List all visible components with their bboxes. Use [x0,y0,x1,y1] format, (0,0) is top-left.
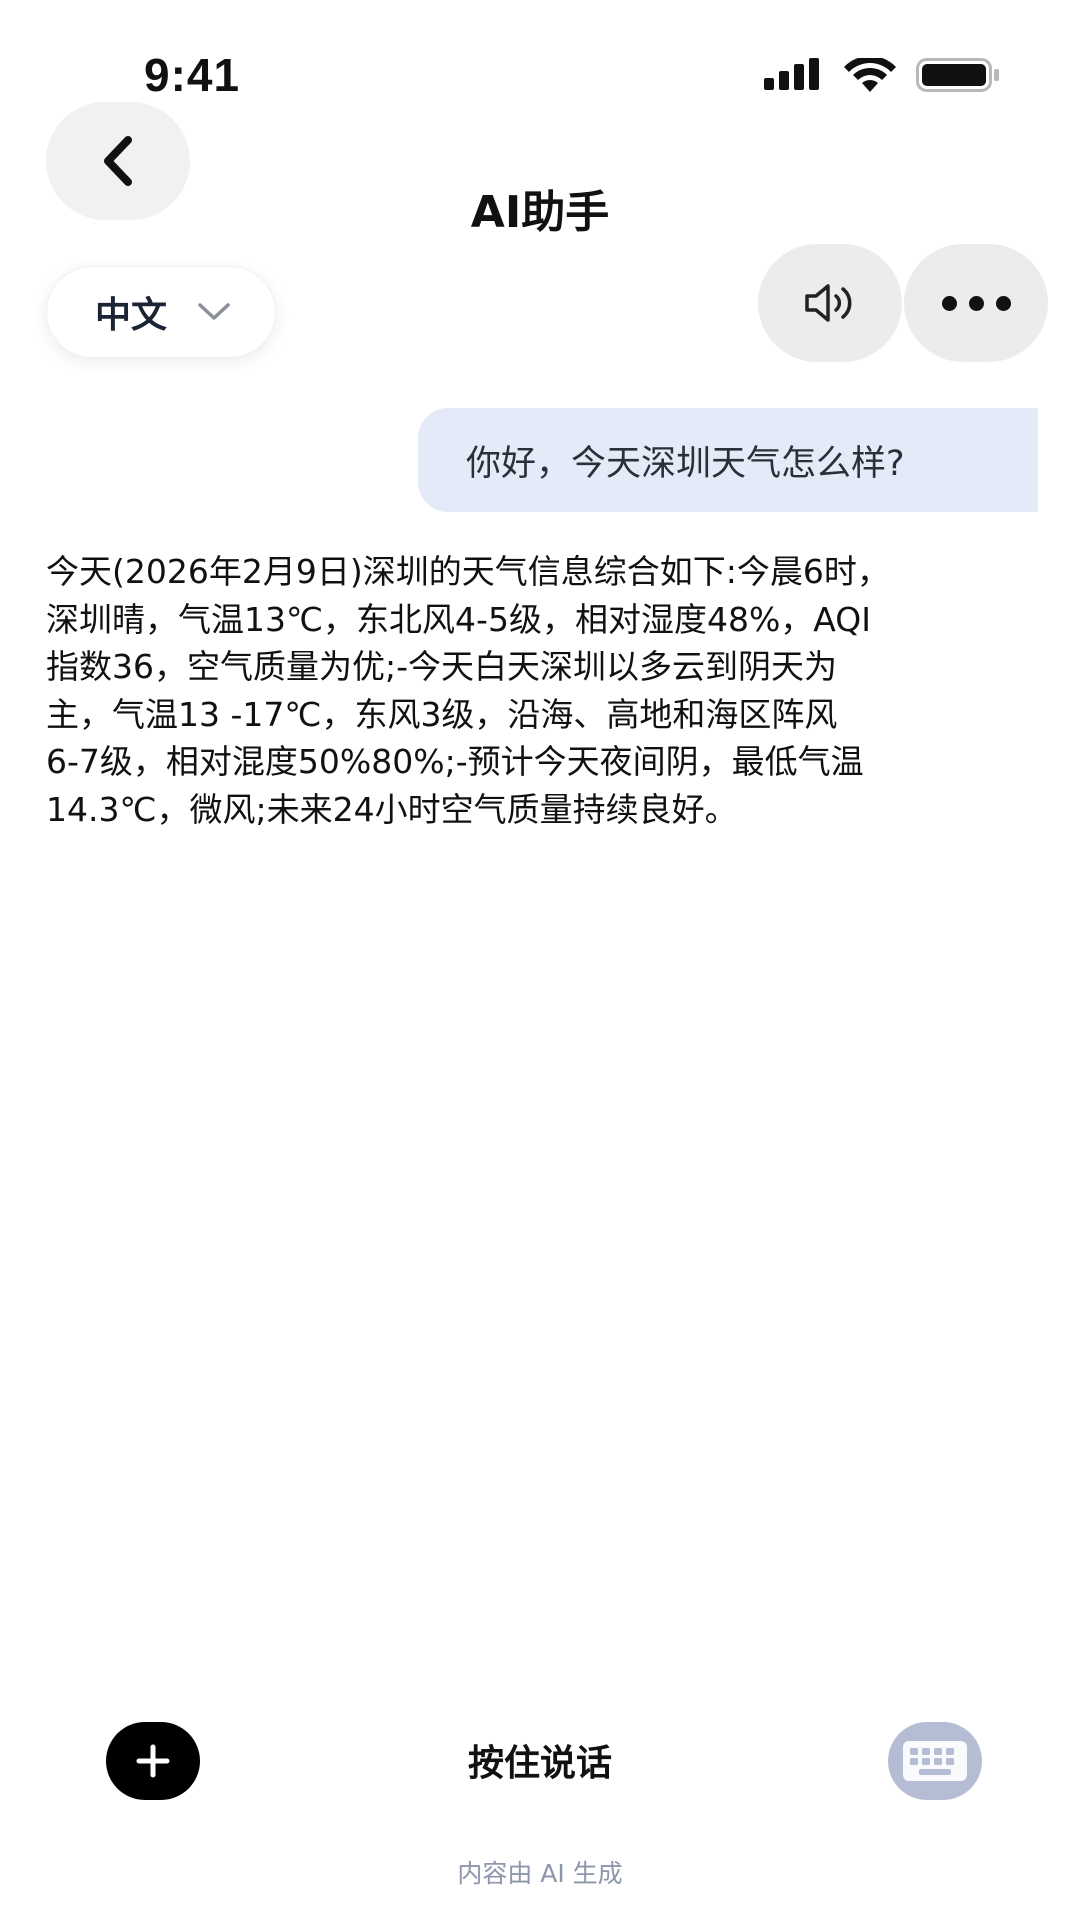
ai-assistant-screen: 9:41 AI助手 中文 你好，今天深圳天气怎么样? 今天(2026年2月9日)… [0,0,1080,1920]
status-time: 9:41 [144,49,241,101]
more-options-button[interactable] [904,244,1048,362]
chevron-down-icon [198,303,230,320]
more-dots-icon [936,295,1017,311]
user-message-text: 你好，今天深圳天气怎么样? [466,443,905,484]
keyboard-icon [903,1741,967,1781]
wifi-icon [844,58,896,92]
signal-icon [764,58,819,90]
language-selector[interactable]: 中文 [46,266,276,358]
user-message-bubble: 你好，今天深圳天气怎么样? [418,408,1038,512]
hold-to-talk-button[interactable]: 按住说话 [340,1734,740,1790]
ai-generated-disclaimer: 内容由 AI 生成 [457,1859,623,1888]
language-label: 中文 [95,295,168,336]
status-icons [764,58,1000,94]
keyboard-toggle-button[interactable] [888,1722,982,1800]
add-attachment-button[interactable] [106,1722,200,1800]
plus-icon [136,1744,170,1778]
ai-reply-text: 今天(2026年2月9日)深圳的天气信息综合如下:今晨6时， 深圳晴，气温13℃… [46,552,890,829]
speaker-button[interactable] [758,244,902,362]
speaker-icon [805,284,852,322]
page-title: AI助手 [470,187,610,238]
battery-icon [916,58,999,92]
